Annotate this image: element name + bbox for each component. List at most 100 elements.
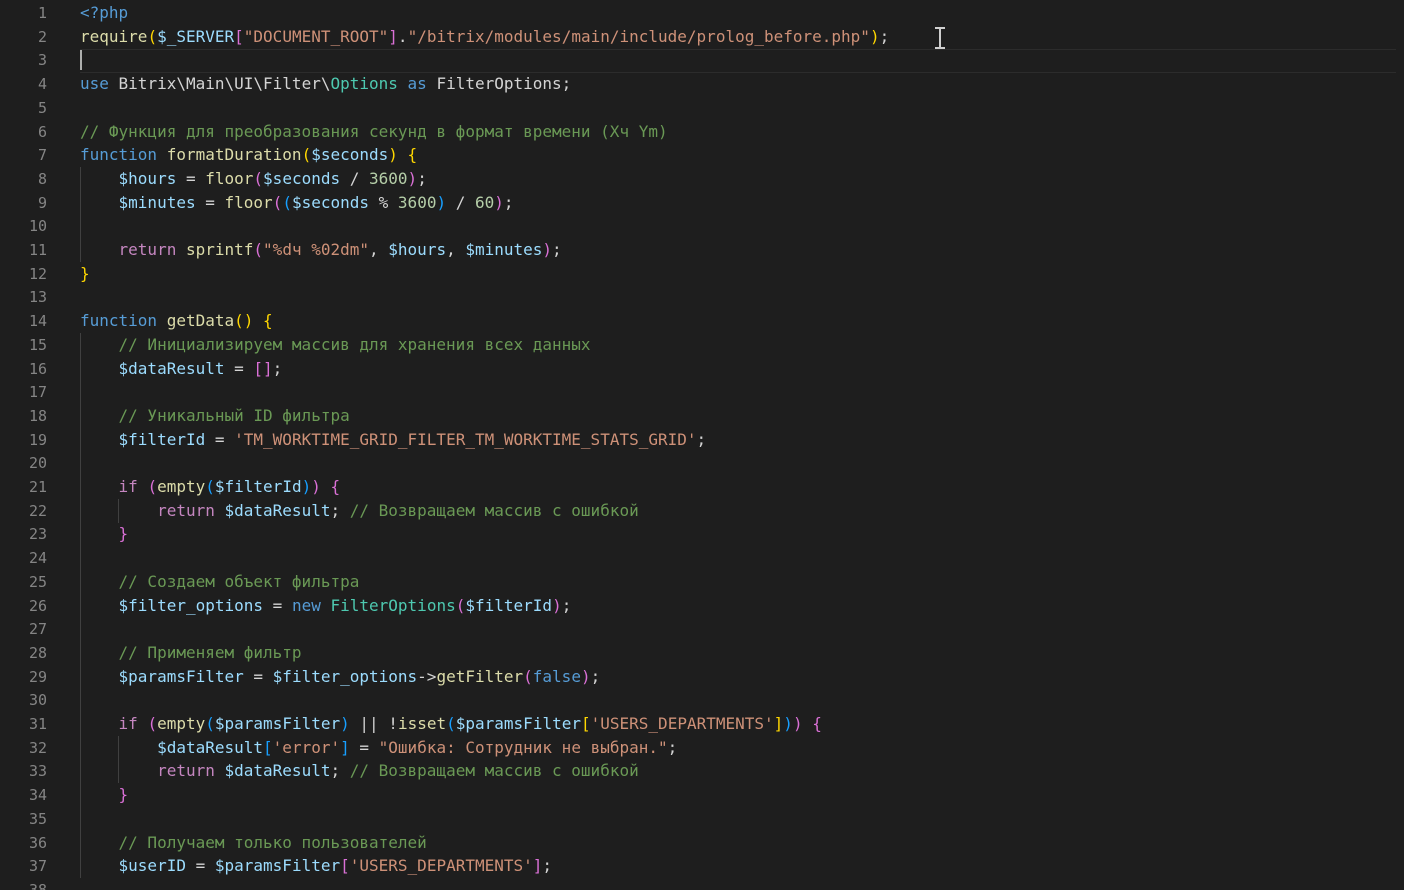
code-line[interactable]: 6 // Функция для преобразования секунд в …	[0, 120, 1404, 144]
code-text: $userID = $paramsFilter['USERS_DEPARTMEN…	[80, 854, 553, 878]
code-editor[interactable]: 1 <?php 2 require($_SERVER["DOCUMENT_ROOT"]…	[0, 0, 1404, 890]
code-line[interactable]: 30	[0, 688, 1404, 712]
code-text: // Применяем фильтр	[80, 641, 302, 665]
code-token: $seconds	[263, 169, 341, 188]
code-line[interactable]: 1 <?php	[0, 1, 1404, 25]
code-line[interactable]: 10	[0, 214, 1404, 238]
line-number: 14	[28, 312, 47, 330]
code-line[interactable]: 29 $paramsFilter = $filter_options->getF…	[0, 665, 1404, 689]
code-token: function	[80, 145, 158, 164]
code-token: )	[542, 240, 553, 259]
code-token: 3600	[397, 193, 437, 212]
code-token: floor	[205, 169, 254, 188]
code-line[interactable]: 34 }	[0, 783, 1404, 807]
code-line[interactable]: 31 if (empty($paramsFilter) || !isset($p…	[0, 712, 1404, 736]
code-text: // Функция для преобразования секунд в ф…	[80, 120, 668, 144]
code-line[interactable]: 11 return sprintf("%dч %02dm", $hours, $…	[0, 238, 1404, 262]
code-line[interactable]: 18 // Уникальный ID фильтра	[0, 404, 1404, 428]
code-text: use Bitrix\Main\UI\Filter\Options as Fil…	[80, 72, 571, 96]
code-text: if (empty($filterId)) {	[80, 475, 341, 499]
code-line[interactable]: 21 if (empty($filterId)) {	[0, 475, 1404, 499]
line-number: 30	[28, 691, 47, 709]
code-line[interactable]: 13	[0, 285, 1404, 309]
code-line[interactable]: 28 // Применяем фильтр	[0, 641, 1404, 665]
code-line[interactable]: 7 function formatDuration($seconds) {	[0, 143, 1404, 167]
code-line[interactable]: 15 // Инициализируем массив для хранения…	[0, 333, 1404, 357]
code-token: ]	[388, 27, 398, 46]
code-line[interactable]: 8 $hours = floor($seconds / 3600);	[0, 167, 1404, 191]
code-token: // Возвращаем массив с ошибкой	[349, 501, 639, 520]
line-number: 16	[28, 360, 47, 378]
line-number: 25	[28, 573, 47, 591]
code-token: // Создаем объект фильтра	[118, 572, 360, 591]
code-token: [	[580, 714, 591, 733]
line-number: 28	[28, 644, 47, 662]
code-line[interactable]: 9 $minutes = floor(($seconds % 3600) / 6…	[0, 191, 1404, 215]
code-token: ;	[542, 856, 553, 875]
code-line[interactable]: 25 // Создаем объект фильтра	[0, 570, 1404, 594]
code-token: ;	[330, 501, 350, 520]
code-line[interactable]: 27	[0, 617, 1404, 641]
code-token: Options	[330, 74, 398, 93]
code-token: $paramsFilter	[214, 856, 341, 875]
code-token: )	[792, 714, 803, 733]
code-line[interactable]: 12}	[0, 262, 1404, 286]
code-line[interactable]: 17	[0, 380, 1404, 404]
code-line[interactable]: 32 $dataResult['error'] = "Ошибка: Сотру…	[0, 736, 1404, 760]
line-number: 1	[37, 4, 47, 22]
code-token: }	[118, 785, 129, 804]
code-line[interactable]: 33 return $dataResult; // Возвращаем мас…	[0, 759, 1404, 783]
code-token: (	[272, 193, 283, 212]
code-token: ;	[272, 359, 283, 378]
code-line[interactable]: 5	[0, 96, 1404, 120]
code-line[interactable]: 19 $filterId = 'TM_WORKTIME_GRID_FILTER_…	[0, 428, 1404, 452]
code-token: // Получаем только пользователей	[118, 833, 427, 852]
code-line[interactable]: 38	[0, 878, 1404, 890]
code-line[interactable]: 14 function getData() {	[0, 309, 1404, 333]
code-line[interactable]: 36 // Получаем только пользователей	[0, 831, 1404, 855]
code-line[interactable]: 35	[0, 807, 1404, 831]
code-line[interactable]: 16 $dataResult = [];	[0, 357, 1404, 381]
code-line[interactable]: 4 use Bitrix\Main\UI\Filter\Options as Fi…	[0, 72, 1404, 96]
code-token: ->	[417, 667, 437, 686]
code-line[interactable]: 22 return $dataResult; // Возвращаем мас…	[0, 499, 1404, 523]
code-line[interactable]: 24	[0, 546, 1404, 570]
code-token: sprintf	[185, 240, 254, 259]
code-token: $filterId	[214, 477, 302, 496]
code-token: new	[291, 596, 321, 615]
code-line[interactable]: 26 $filter_options = new FilterOptions($…	[0, 594, 1404, 618]
line-number: 10	[28, 217, 47, 235]
code-token: ]	[340, 738, 350, 757]
code-text: require($_SERVER["DOCUMENT_ROOT"]."/bitr…	[80, 25, 889, 49]
line-number: 34	[28, 786, 47, 804]
code-line[interactable]: 37 $userID = $paramsFilter['USERS_DEPART…	[0, 854, 1404, 878]
code-token: )	[301, 477, 312, 496]
line-number: 24	[28, 549, 47, 567]
code-line[interactable]: 23 }	[0, 522, 1404, 546]
line-number: 37	[28, 857, 47, 875]
code-line[interactable]: 20	[0, 451, 1404, 475]
code-token: return	[157, 501, 215, 520]
code-token: floor	[224, 193, 273, 212]
line-number: 17	[28, 383, 47, 401]
code-text: return $dataResult; // Возвращаем массив…	[80, 759, 639, 783]
code-token: $minutes	[465, 240, 543, 259]
code-token: "DOCUMENT_ROOT"	[243, 27, 389, 46]
code-token: /	[446, 193, 475, 212]
line-number: 7	[37, 146, 47, 164]
line-number: 22	[28, 502, 47, 520]
code-line[interactable]: 2 require($_SERVER["DOCUMENT_ROOT"]."/bit…	[0, 25, 1404, 49]
code-line[interactable]: 3	[0, 48, 1404, 72]
code-token: as	[407, 74, 427, 93]
code-token: <?php	[80, 3, 129, 22]
code-token: isset	[397, 714, 447, 733]
code-token: formatDuration	[166, 145, 302, 164]
